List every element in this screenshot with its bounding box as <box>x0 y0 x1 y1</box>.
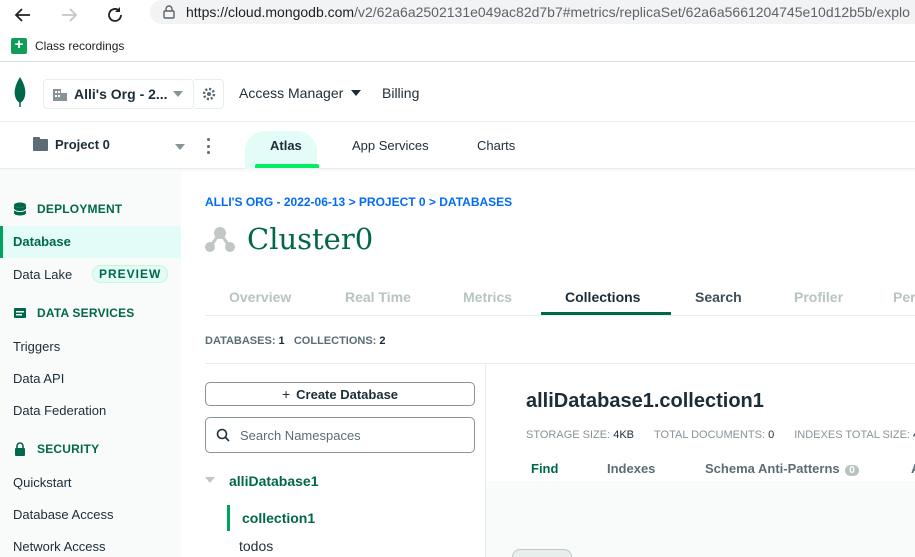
collection-title: alliDatabase1.collection1 <box>526 390 764 412</box>
data-services-icon <box>14 308 26 318</box>
cluster-icon <box>205 227 235 252</box>
sidebar-item-database[interactable]: Database <box>0 226 181 258</box>
gear-icon <box>202 87 215 101</box>
sheets-icon <box>11 36 27 54</box>
cluster-tabs: Overview Real Time Metrics Collections S… <box>205 280 915 316</box>
tab-metrics[interactable]: Metrics <box>463 289 512 305</box>
db-counts: DATABASES: 1 COLLECTIONS: 2 <box>205 335 386 347</box>
search-namespaces-input[interactable] <box>240 427 460 443</box>
reload-icon <box>108 7 122 22</box>
search-icon <box>216 428 230 442</box>
project-selector[interactable]: Project 0 <box>33 136 110 152</box>
caret-down-icon <box>351 90 362 96</box>
sidebar-item-data-federation[interactable]: Data Federation <box>13 403 106 418</box>
tab-real-time[interactable]: Real Time <box>345 289 411 305</box>
divider <box>205 363 915 364</box>
tab-profiler[interactable]: Profiler <box>794 289 843 305</box>
sidebar-item-data-lake[interactable]: Data Lake <box>13 267 72 282</box>
sidebar-item-triggers[interactable]: Triggers <box>13 339 60 354</box>
sidebar-item-quickstart[interactable]: Quickstart <box>13 475 72 490</box>
tab-collections[interactable]: Collections <box>565 289 640 305</box>
subtab-schema-anti-patterns[interactable]: Schema Anti-Patterns 0 <box>705 461 859 476</box>
tab-atlas[interactable]: Atlas <box>270 138 302 153</box>
subtab-indexes[interactable]: Indexes <box>607 461 655 476</box>
sidebar-item-database-access[interactable]: Database Access <box>13 507 113 522</box>
arrow-right-icon <box>62 8 78 22</box>
sidebar-item-network-access[interactable]: Network Access <box>13 539 105 554</box>
chevron-down-icon[interactable] <box>205 477 215 483</box>
breadcrumb[interactable]: ALLI'S ORG - 2022-06-13 > PROJECT 0 > DA… <box>205 195 512 209</box>
tree-database-item[interactable]: alliDatabase1 <box>229 473 319 489</box>
sidebar-section-data-services: DATA SERVICES <box>13 306 135 320</box>
caret-down-icon <box>173 91 183 97</box>
bookmark-class-recordings[interactable]: Class recordings <box>35 39 124 53</box>
count-badge: 0 <box>845 465 859 476</box>
billing-link[interactable]: Billing <box>382 85 419 101</box>
sidebar: DEPLOYMENT Database Data Lake PREVIEW DA… <box>0 170 181 557</box>
lock-icon <box>163 5 175 19</box>
forward-button[interactable] <box>58 4 80 26</box>
database-icon <box>13 202 27 216</box>
page-title: Cluster0 <box>205 222 373 256</box>
bookmarks-bar: Class recordings <box>0 30 915 62</box>
org-name: Alli's Org - 2... <box>74 86 168 102</box>
org-nav: Alli's Org - 2... Access Manager Billing <box>0 63 915 122</box>
url-text: https://cloud.mongodb.com/v2/62a6a250213… <box>186 4 910 20</box>
tab-charts[interactable]: Charts <box>477 138 515 153</box>
tree-collection-item[interactable]: todos <box>239 538 273 554</box>
tab-overview[interactable]: Overview <box>229 289 291 305</box>
filter-pill[interactable] <box>512 549 572 557</box>
tab-performance[interactable]: Per <box>893 289 915 305</box>
access-manager-menu[interactable]: Access Manager <box>239 85 362 101</box>
org-settings-button[interactable] <box>194 79 224 109</box>
address-bar[interactable]: https://cloud.mongodb.com/v2/62a6a250213… <box>150 0 915 24</box>
preview-badge: PREVIEW <box>92 265 169 283</box>
subtab-aggregation[interactable]: A <box>911 461 915 476</box>
tab-search[interactable]: Search <box>695 289 742 305</box>
tree-collection-item-active[interactable]: collection1 <box>227 505 315 531</box>
project-nav: Project 0 Atlas App Services Charts <box>0 123 915 169</box>
building-icon <box>53 89 67 101</box>
project-name: Project 0 <box>55 137 110 152</box>
sidebar-section-deployment: DEPLOYMENT <box>13 202 122 216</box>
collection-stats: STORAGE SIZE: 4KB TOTAL DOCUMENTS: 0 INDEX… <box>526 429 915 441</box>
create-database-button[interactable]: + Create Database <box>205 382 475 406</box>
active-tab-underline <box>541 312 671 315</box>
sidebar-section-security: SECURITY <box>13 442 99 456</box>
cluster-name: Cluster0 <box>247 222 374 256</box>
more-options-icon[interactable] <box>207 138 211 154</box>
access-manager-label: Access Manager <box>239 85 344 101</box>
arrow-left-icon <box>14 8 30 22</box>
org-selector[interactable]: Alli's Org - 2... <box>43 79 194 109</box>
create-database-label: Create Database <box>296 386 399 402</box>
atlas-tab-underline <box>255 164 319 168</box>
lock-icon <box>15 442 25 456</box>
search-namespaces-field[interactable] <box>205 417 475 453</box>
collection-content <box>486 481 915 557</box>
sidebar-item-data-api[interactable]: Data API <box>13 371 64 386</box>
subtab-find[interactable]: Find <box>531 461 558 476</box>
tab-app-services[interactable]: App Services <box>352 138 429 153</box>
caret-down-icon[interactable] <box>175 144 185 150</box>
folder-icon <box>33 136 48 151</box>
back-button[interactable] <box>12 4 34 26</box>
billing-label: Billing <box>382 85 420 101</box>
collection-subtabs: Find Indexes Schema Anti-Patterns 0 A <box>486 453 915 481</box>
reload-button[interactable] <box>104 4 126 26</box>
mongodb-leaf-icon[interactable] <box>12 76 28 108</box>
plus-icon: + <box>281 386 291 402</box>
browser-toolbar: https://cloud.mongodb.com/v2/62a6a250213… <box>0 0 915 30</box>
